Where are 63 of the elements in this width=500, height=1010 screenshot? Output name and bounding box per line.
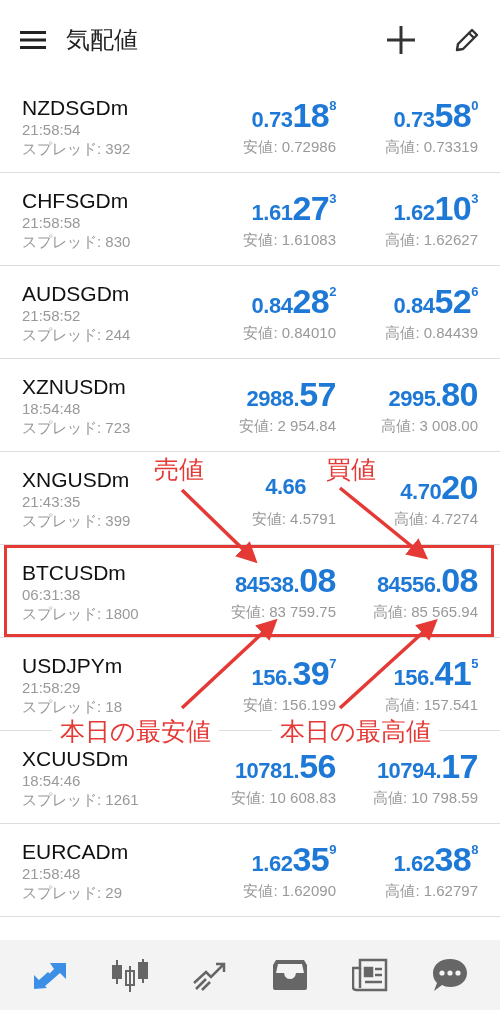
bid-price: 10781.56 <box>234 746 336 786</box>
symbol-name: AUDSGDm <box>22 282 130 306</box>
spread-text: スプレッド: 244 <box>22 325 131 344</box>
low-price: 安値: 10 608.83 <box>230 788 336 808</box>
high-price: 高値: 1.62627 <box>385 230 478 250</box>
newspaper-icon <box>352 958 388 992</box>
symbol-name: XNGUSDm <box>22 468 130 492</box>
bid-price: 84538.08 <box>234 560 336 600</box>
low-price: 安値: 156.199 <box>243 695 336 715</box>
spread-text: スプレッド: 1261 <box>22 790 139 809</box>
quote-time: 18:54:48 <box>22 399 81 418</box>
low-price: 安値: 1.62090 <box>243 881 336 901</box>
quote-time: 21:58:29 <box>22 678 81 697</box>
screen-title: 気配値 <box>66 25 139 56</box>
spread-text: スプレッド: 830 <box>22 232 131 251</box>
low-price: 安値: 4.5791 <box>251 509 336 529</box>
quote-time: 18:54:46 <box>22 771 81 790</box>
quote-time: 21:58:52 <box>22 306 81 325</box>
quote-row[interactable]: BTCUSDm 06:31:38 スプレッド: 1800 84538.08 安値: 83 759.75 84556.08 高値: 85 565.94 <box>0 545 500 638</box>
ask-price: 84556.08 <box>376 560 478 600</box>
quote-row[interactable]: XZNUSDm 18:54:48 スプレッド: 723 2988.57 安値: 2 954.84 2995.80 高値: 3 008.00 <box>0 359 500 452</box>
low-price: 安値: 2 954.84 <box>239 416 336 436</box>
high-price: 高値: 4.7274 <box>393 509 478 529</box>
spread-text: スプレッド: 1800 <box>22 604 139 623</box>
low-price: 安値: 0.72986 <box>243 137 336 157</box>
symbol-name: BTCUSDm <box>22 561 126 585</box>
quote-time: 21:58:48 <box>22 864 81 883</box>
chat-bubble-icon <box>432 958 468 992</box>
plus-icon <box>386 25 416 55</box>
high-price: 高値: 1.62797 <box>385 881 478 901</box>
bid-price: 4.66 <box>265 473 306 501</box>
low-price: 安値: 0.84010 <box>243 323 336 343</box>
spread-text: スプレッド: 29 <box>22 883 123 902</box>
quote-time: 21:58:54 <box>22 120 81 139</box>
symbol-name: CHFSGDm <box>22 189 129 213</box>
ask-price: 10794.17 <box>376 746 478 786</box>
symbol-name: XCUUSDm <box>22 747 129 771</box>
low-price: 安値: 83 759.75 <box>230 602 336 622</box>
ask-price: 4.7020 <box>400 467 478 507</box>
spread-text: スプレッド: 392 <box>22 139 131 158</box>
spread-text: スプレッド: 18 <box>22 697 123 716</box>
candlestick-icon <box>112 958 148 992</box>
symbol-name: USDJPYm <box>22 654 123 678</box>
low-price: 安値: 1.61083 <box>243 230 336 250</box>
ask-price: 2995.80 <box>388 374 478 414</box>
spread-text: スプレッド: 399 <box>22 511 131 530</box>
quote-time: 06:31:38 <box>22 585 81 604</box>
high-price: 高値: 10 798.59 <box>372 788 478 808</box>
quote-time: 21:58:58 <box>22 213 81 232</box>
high-price: 高値: 0.73319 <box>385 137 478 157</box>
inbox-tray-icon <box>272 959 308 991</box>
quote-time: 21:43:35 <box>22 492 81 511</box>
high-price: 高値: 157.541 <box>385 695 478 715</box>
symbol-name: EURCADm <box>22 840 129 864</box>
spread-text: スプレッド: 723 <box>22 418 131 437</box>
symbol-name: XZNUSDm <box>22 375 126 399</box>
pencil-icon <box>454 27 480 53</box>
bid-price: 2988.57 <box>246 374 336 414</box>
high-price: 高値: 85 565.94 <box>372 602 478 622</box>
menu-icon <box>20 30 46 50</box>
symbol-name: NZDSGDm <box>22 96 129 120</box>
high-price: 高値: 3 008.00 <box>381 416 478 436</box>
high-price: 高値: 0.84439 <box>385 323 478 343</box>
